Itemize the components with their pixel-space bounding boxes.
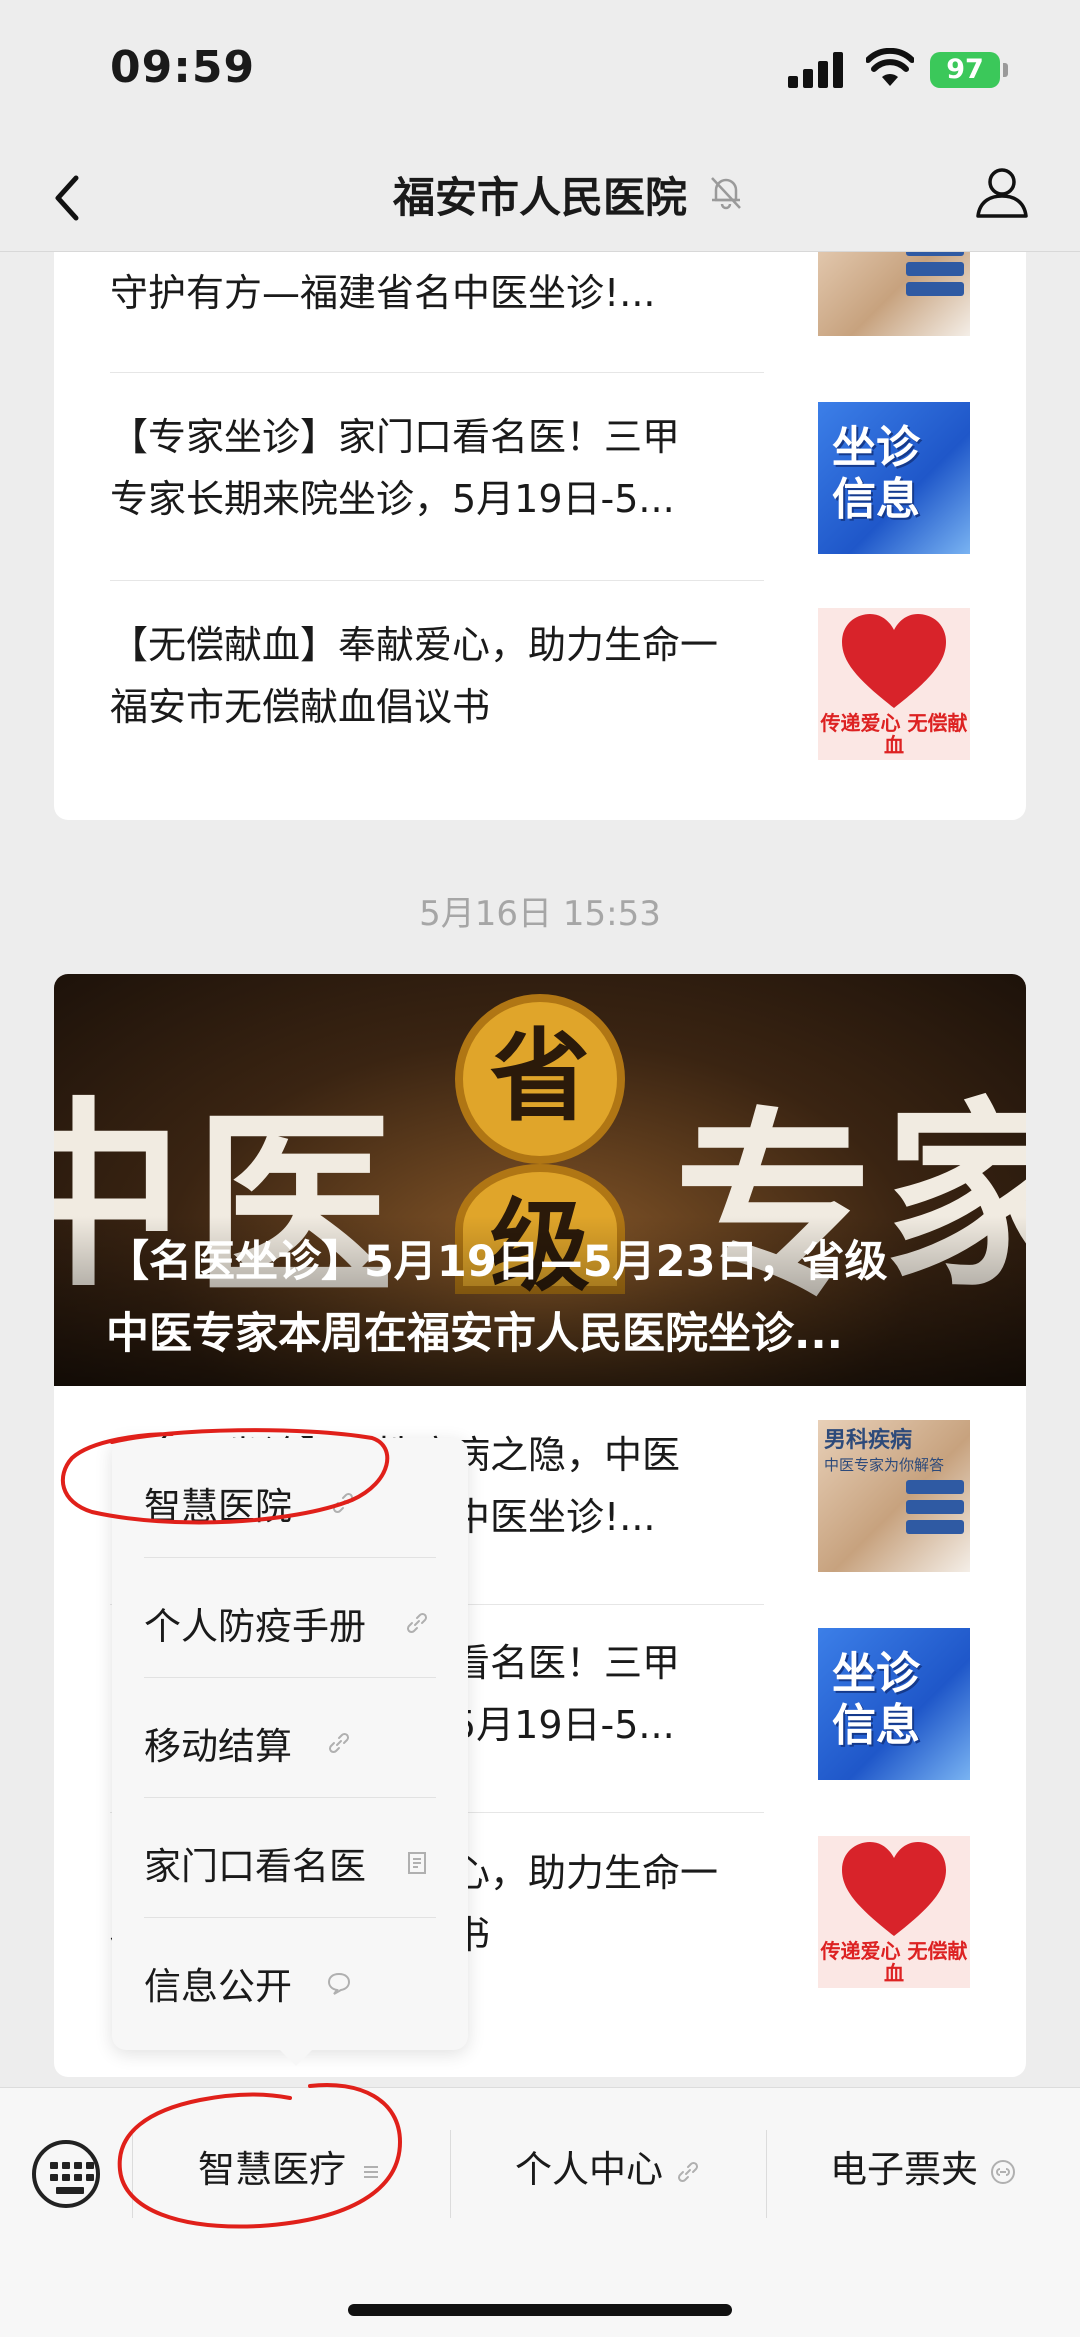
menu-lines-icon: [364, 2165, 378, 2178]
chat-bubble-icon: [327, 1972, 351, 1995]
article-title: 【名医坐诊】男性疾病之隐，中医 守护有方—福建省名中医坐诊!...: [110, 252, 680, 315]
article-thumbnail: 男科疾病 中医专家为你解答: [818, 1420, 970, 1572]
heart-icon: [842, 614, 946, 708]
link-icon: [328, 1732, 350, 1754]
submenu-item-epidemic-handbook[interactable]: 个人防疫手册: [144, 1558, 436, 1678]
mini-program-icon: [991, 2159, 1015, 2184]
bottom-menu-bar: 智慧医疗 个人中心 电子票夹: [0, 2087, 1080, 2337]
article-item[interactable]: 【无偿献血】奉献爱心，助力生命一 福安市无偿献血倡议书 传递爱心 无偿献血: [110, 608, 970, 760]
link-icon: [332, 1492, 354, 1514]
page-title: 福安市人民医院: [392, 173, 687, 222]
article-title: 【专家坐诊】家门口看名医！三甲 专家长期来院坐诊，5月19日-5...: [110, 415, 681, 521]
submenu-popup: 智慧医院 个人防疫手册 移动结算 家门口看名医 信息公开: [112, 1438, 468, 2066]
article-item[interactable]: 【名医坐诊】男性疾病之隐，中医 守护有方—福建省名中医坐诊!...: [110, 252, 970, 402]
signal-icon: [788, 52, 844, 88]
wifi-icon: [866, 48, 914, 86]
article-card: 【名医坐诊】男性疾病之隐，中医 守护有方—福建省名中医坐诊!... 【专家坐诊】…: [54, 252, 1026, 820]
tab-personal-center[interactable]: 个人中心: [450, 2116, 766, 2236]
status-bar: 09:59 97: [0, 0, 1080, 150]
link-icon: [677, 2161, 699, 2182]
battery-level: 97: [946, 54, 984, 85]
submenu-item-mobile-payment[interactable]: 移动结算: [144, 1678, 436, 1798]
banner-article[interactable]: 中 医 省 级 专 家 【名医坐诊】5月19日—5月23日，省级 中医专家本周在…: [54, 974, 1026, 1386]
article-thumbnail: 坐诊信息: [818, 402, 970, 554]
chat-header: 福安市人民医院: [0, 150, 1080, 252]
user-profile-icon[interactable]: [970, 160, 1034, 224]
mute-bell-icon: [711, 177, 741, 210]
article-item[interactable]: 【专家坐诊】家门口看名医！三甲 专家长期来院坐诊，5月19日-5... 坐诊信息: [110, 402, 970, 554]
link-icon: [406, 1612, 428, 1634]
article-thumbnail: 坐诊信息: [818, 1628, 970, 1780]
heart-icon: [842, 1842, 946, 1936]
keyboard-icon[interactable]: [32, 2140, 100, 2208]
tab-smart-medical[interactable]: 智慧医疗: [132, 2116, 450, 2236]
tab-e-ticket[interactable]: 电子票夹: [766, 2116, 1080, 2236]
banner-title: 【名医坐诊】5月19日—5月23日，省级 中医专家本周在福安市人民医院坐诊...: [106, 1237, 888, 1359]
article-title: 【无偿献血】奉献爱心，助力生命一 福安市无偿献血倡议书: [110, 623, 719, 729]
article-thumbnail: 传递爱心 无偿献血: [818, 1836, 970, 1988]
message-timestamp: 5月16日 15:53: [419, 894, 661, 934]
battery-indicator: 97: [930, 52, 1008, 88]
article-thumbnail: 传递爱心 无偿献血: [818, 608, 970, 760]
submenu-item-info-disclosure[interactable]: 信息公开: [144, 1918, 436, 2038]
status-time: 09:59: [110, 42, 256, 93]
submenu-item-famous-doctors[interactable]: 家门口看名医: [144, 1798, 436, 1918]
submenu-item-smart-hospital[interactable]: 智慧医院: [144, 1438, 436, 1558]
article-thumbnail: [818, 252, 970, 336]
article-icon: [408, 1852, 426, 1874]
home-indicator: [348, 2304, 732, 2316]
